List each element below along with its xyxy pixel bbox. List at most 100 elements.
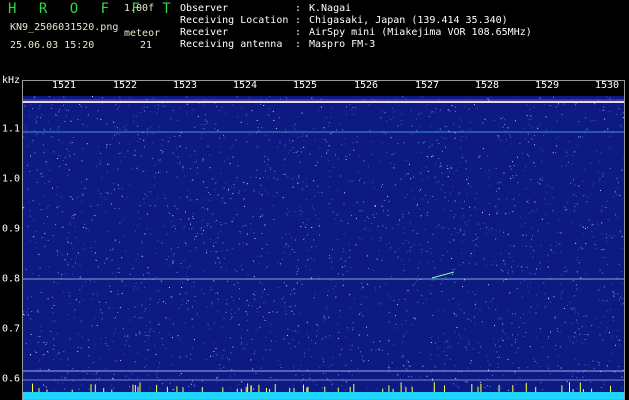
- noise-dot: [445, 276, 447, 278]
- noise-dot: [22, 261, 24, 263]
- noise-dot: [390, 119, 392, 120]
- info-colon: :: [295, 3, 302, 14]
- noise-dot: [559, 135, 561, 137]
- noise-dot: [452, 186, 454, 188]
- noise-dot: [513, 165, 515, 167]
- noise-dot: [316, 384, 318, 386]
- noise-dot: [32, 272, 34, 274]
- noise-dot: [329, 255, 330, 256]
- noise-dot: [547, 356, 549, 358]
- noise-dot: [606, 310, 608, 312]
- noise-dot: [251, 110, 253, 112]
- noise-dot: [447, 200, 449, 201]
- noise-dot: [303, 133, 305, 135]
- noise-dot: [306, 185, 308, 187]
- noise-dot: [255, 176, 257, 178]
- noise-dot: [53, 151, 55, 153]
- noise-dot: [80, 181, 82, 183]
- noise-dot: [105, 199, 107, 201]
- noise-dot: [191, 180, 193, 181]
- noise-dot: [464, 106, 466, 108]
- noise-dot: [402, 227, 404, 229]
- noise-dot: [366, 216, 368, 218]
- noise-dot: [121, 195, 123, 197]
- noise-dot: [264, 225, 266, 227]
- noise-dot: [438, 224, 440, 226]
- noise-dot: [521, 225, 523, 227]
- spectrogram-canvas: [22, 96, 625, 400]
- noise-dot: [133, 114, 135, 116]
- noise-dot: [314, 195, 316, 197]
- noise-dot: [144, 311, 146, 313]
- noise-dot: [231, 221, 233, 222]
- noise-dot: [598, 364, 600, 366]
- noise-dot: [158, 332, 160, 333]
- noise-dot: [84, 223, 86, 225]
- noise-dot: [465, 160, 467, 162]
- noise-dot: [158, 159, 160, 161]
- noise-dot: [447, 251, 449, 252]
- noise-dot: [286, 285, 288, 287]
- baseline-spike: [139, 382, 141, 392]
- noise-dot: [150, 126, 152, 128]
- noise-dot: [527, 367, 529, 369]
- noise-dot: [288, 305, 290, 307]
- noise-dot: [25, 125, 27, 127]
- noise-dot: [337, 273, 339, 275]
- noise-dot: [204, 199, 206, 201]
- noise-dot: [303, 352, 305, 354]
- noise-dot: [48, 181, 50, 182]
- noise-dot: [566, 304, 568, 306]
- noise-dot: [373, 216, 375, 218]
- noise-dot: [202, 160, 204, 162]
- noise-dot: [61, 196, 63, 198]
- noise-dot: [385, 133, 387, 135]
- noise-dot: [317, 275, 319, 277]
- noise-dot: [206, 225, 208, 227]
- noise-dot: [107, 230, 109, 232]
- noise-dot: [192, 109, 194, 111]
- noise-dot: [539, 124, 541, 126]
- noise-dot: [240, 121, 242, 123]
- noise-dot: [202, 380, 203, 382]
- noise-dot: [194, 150, 196, 152]
- noise-dot: [497, 363, 499, 365]
- noise-dot: [368, 360, 369, 361]
- noise-dot: [609, 332, 610, 334]
- noise-dot: [113, 387, 115, 389]
- noise-dot: [64, 157, 66, 158]
- noise-dot: [231, 296, 233, 298]
- noise-dot: [623, 191, 625, 193]
- noise-dot: [109, 387, 111, 389]
- noise-dot: [55, 320, 56, 322]
- noise-dot: [402, 96, 404, 98]
- noise-dot: [329, 170, 331, 172]
- noise-dot: [154, 172, 156, 174]
- noise-dot: [409, 365, 411, 367]
- noise-dot: [489, 364, 491, 366]
- noise-dot: [59, 109, 61, 111]
- noise-dot: [605, 207, 607, 208]
- noise-dot: [63, 351, 65, 353]
- noise-dot: [186, 103, 188, 105]
- noise-dot: [254, 298, 255, 300]
- noise-dot: [157, 302, 159, 303]
- noise-dot: [537, 128, 539, 130]
- noise-dot: [220, 266, 222, 268]
- noise-dot: [72, 368, 74, 370]
- noise-dot: [495, 229, 497, 231]
- noise-dot: [155, 252, 157, 254]
- baseline-spike: [111, 389, 113, 392]
- noise-dot: [592, 120, 594, 122]
- noise-dot: [201, 133, 203, 135]
- noise-dot: [194, 154, 196, 156]
- noise-dot: [225, 112, 227, 114]
- noise-dot: [144, 331, 146, 333]
- noise-dot: [410, 178, 412, 180]
- noise-dot: [79, 301, 81, 303]
- noise-dot: [508, 252, 510, 254]
- noise-dot: [129, 386, 130, 388]
- station-info: Observer: K.Nagai Receiving Location: Chig…: [180, 3, 532, 51]
- noise-dot: [106, 172, 108, 173]
- noise-dot: [171, 296, 173, 298]
